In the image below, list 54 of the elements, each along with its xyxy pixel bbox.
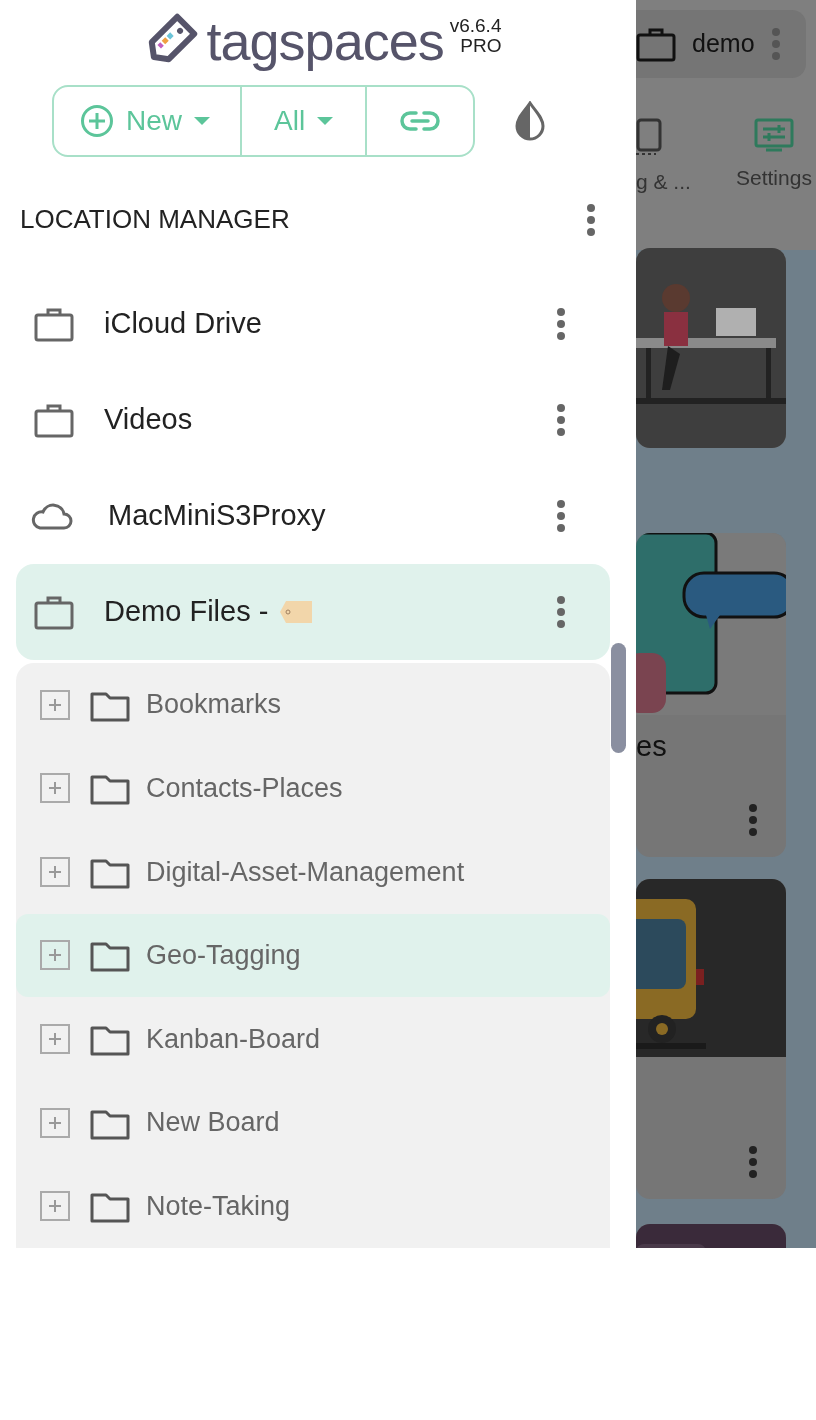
folder-item[interactable]: New Board xyxy=(16,1080,610,1165)
expand-icon[interactable] xyxy=(40,940,70,971)
briefcase-icon xyxy=(636,26,676,62)
folder-name: Bookmarks xyxy=(146,688,282,722)
version-label: v6.6.4 xyxy=(449,16,502,36)
folder-item[interactable]: Contacts-Places xyxy=(16,746,610,831)
folder-item[interactable]: Digital-Asset-Management xyxy=(16,830,610,914)
card-title: es xyxy=(636,729,667,764)
folder-name: New Board xyxy=(146,1106,280,1140)
folder-item[interactable]: Geo-Tagging xyxy=(16,913,610,998)
location-name: MacMiniS3Proxy xyxy=(108,498,326,534)
folder-item[interactable]: Bookmarks xyxy=(16,662,610,747)
caret-icon xyxy=(317,116,334,125)
edition-label: PRO xyxy=(460,36,502,56)
more-icon[interactable] xyxy=(748,1145,758,1179)
location-name: Videos xyxy=(104,402,193,438)
location-item[interactable]: iCloud Drive xyxy=(16,275,610,372)
link-icon xyxy=(400,108,441,133)
toolbar-label: Settings xyxy=(736,165,812,191)
location-item[interactable]: Videos xyxy=(16,371,610,468)
folder-item[interactable]: Note-Taking xyxy=(16,1164,610,1248)
location-selector[interactable]: demo xyxy=(636,10,806,78)
more-icon[interactable] xyxy=(556,402,566,437)
more-icon[interactable] xyxy=(748,803,758,837)
more-icon xyxy=(770,27,781,61)
file-card[interactable] xyxy=(636,879,786,1199)
expand-icon[interactable] xyxy=(40,1107,70,1138)
add-icon xyxy=(80,103,114,138)
more-icon[interactable] xyxy=(556,594,566,629)
location-item[interactable]: MacMiniS3Proxy xyxy=(16,467,610,564)
more-icon[interactable] xyxy=(586,202,596,237)
expand-icon[interactable] xyxy=(40,689,70,720)
expand-icon[interactable] xyxy=(40,773,70,804)
scrollbar-thumb[interactable] xyxy=(611,643,626,753)
expand-icon[interactable] xyxy=(40,1191,70,1222)
more-icon[interactable] xyxy=(556,498,566,533)
more-icon[interactable] xyxy=(556,306,566,341)
location-name: iCloud Drive xyxy=(104,306,262,342)
layout-icon[interactable] xyxy=(636,118,662,156)
expand-icon[interactable] xyxy=(40,1024,70,1054)
folder-name: Kanban-Board xyxy=(146,1022,321,1056)
location-item[interactable]: Demo Files - xyxy=(16,563,610,660)
folder-item[interactable]: Kanban-Board xyxy=(16,997,610,1081)
location-name: Demo Files - xyxy=(104,594,269,630)
caret-icon xyxy=(194,116,210,125)
section-title: LOCATION MANAGER xyxy=(20,203,290,237)
folder-name: Digital-Asset-Management xyxy=(146,855,465,889)
toolbar-label: g & ... xyxy=(636,169,691,195)
file-card[interactable]: es xyxy=(636,533,786,857)
folder-name: Note-Taking xyxy=(146,1189,291,1223)
folder-name: Geo-Tagging xyxy=(146,939,301,973)
app-logo-text: tagspaces xyxy=(206,10,444,73)
folder-name: Contacts-Places xyxy=(146,772,343,805)
expand-icon[interactable] xyxy=(40,856,70,887)
